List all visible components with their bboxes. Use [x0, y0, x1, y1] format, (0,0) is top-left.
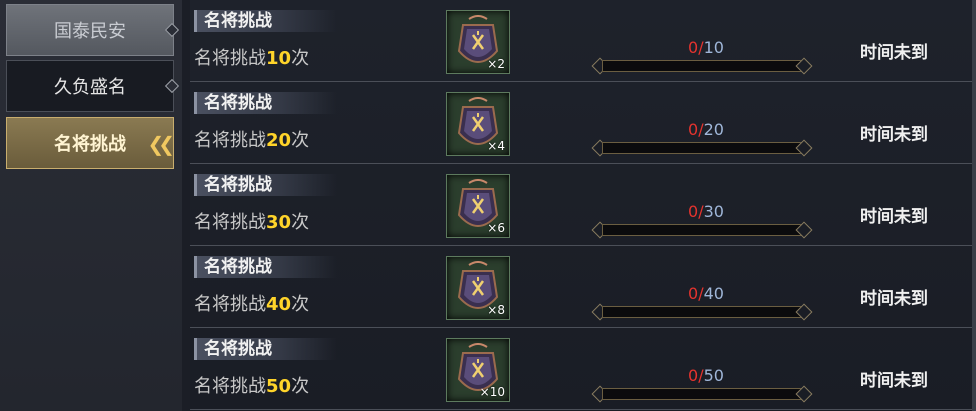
- desc-suffix: 次: [291, 294, 310, 315]
- progress-max: 20: [703, 120, 724, 139]
- desc-count: 20: [266, 130, 292, 151]
- progress-max: 10: [703, 38, 724, 57]
- tab-connector-icon: [164, 22, 180, 38]
- reward-slot[interactable]: ×8: [446, 256, 510, 320]
- task-row: 名将挑战 名将挑战30次 ×6 0/30 时间未到: [190, 164, 976, 246]
- progress-text: 0/30: [596, 202, 816, 221]
- task-row: 名将挑战 名将挑战50次 ×10 0/50 时间未到: [190, 328, 976, 410]
- task-row: 名将挑战 名将挑战10次 ×2 0/10 时间未到: [190, 0, 976, 82]
- progress-bar: [602, 224, 802, 236]
- reward-quantity: ×8: [487, 303, 505, 317]
- desc-count: 10: [266, 48, 292, 69]
- progress-current: 0: [688, 38, 699, 57]
- tab-connector-icon: [164, 78, 180, 94]
- reward-quantity: ×10: [479, 385, 505, 399]
- category-sidebar: 国泰民安 久负盛名 名将挑战 ❮❮: [0, 0, 182, 411]
- tab-label: 国泰民安: [54, 21, 126, 42]
- tab-mingjiang-tiaozhan[interactable]: 名将挑战 ❮❮: [6, 117, 175, 169]
- progress-text: 0/50: [596, 366, 816, 385]
- progress-bar: [602, 306, 802, 318]
- reward-slot[interactable]: ×6: [446, 174, 510, 238]
- scrollbar[interactable]: [972, 0, 976, 411]
- tab-guotai-minan[interactable]: 国泰民安: [6, 4, 180, 56]
- task-title: 名将挑战: [204, 257, 272, 277]
- tab-jiufu-shengming[interactable]: 久负盛名: [6, 60, 180, 112]
- task-description: 名将挑战10次: [194, 44, 309, 70]
- desc-suffix: 次: [291, 130, 310, 151]
- desc-count: 50: [266, 376, 292, 397]
- progress-max: 40: [703, 284, 724, 303]
- progress-bar: [602, 60, 802, 72]
- progress-text: 0/10: [596, 38, 816, 57]
- progress-current: 0: [688, 202, 699, 221]
- progress-bar: [602, 388, 802, 400]
- task-status: 时间未到: [860, 207, 928, 227]
- progress-current: 0: [688, 284, 699, 303]
- progress-text: 0/20: [596, 120, 816, 139]
- task-status: 时间未到: [860, 371, 928, 391]
- desc-suffix: 次: [291, 212, 310, 233]
- progress-max: 30: [703, 202, 724, 221]
- reward-slot[interactable]: ×4: [446, 92, 510, 156]
- desc-count: 40: [266, 294, 292, 315]
- desc-suffix: 次: [291, 48, 310, 69]
- tab-label: 名将挑战: [54, 134, 126, 155]
- tab-label: 久负盛名: [54, 77, 126, 98]
- task-row: 名将挑战 名将挑战40次 ×8 0/40 时间未到: [190, 246, 976, 328]
- task-status: 时间未到: [860, 125, 928, 145]
- progress-current: 0: [688, 120, 699, 139]
- double-chevron-left-icon: ❮❮: [147, 132, 174, 156]
- desc-prefix: 名将挑战: [194, 130, 266, 151]
- task-row: 名将挑战 名将挑战20次 ×4 0/20 时间未到: [190, 82, 976, 164]
- task-description: 名将挑战40次: [194, 290, 309, 316]
- desc-suffix: 次: [291, 376, 310, 397]
- task-status: 时间未到: [860, 43, 928, 63]
- task-description: 名将挑战50次: [194, 372, 309, 398]
- task-description: 名将挑战20次: [194, 126, 309, 152]
- progress-current: 0: [688, 366, 699, 385]
- reward-quantity: ×2: [487, 57, 505, 71]
- task-title: 名将挑战: [204, 175, 272, 195]
- row-divider: [190, 409, 976, 410]
- progress-max: 50: [703, 366, 724, 385]
- desc-count: 30: [266, 212, 292, 233]
- reward-quantity: ×4: [487, 139, 505, 153]
- reward-quantity: ×6: [487, 221, 505, 235]
- progress-text: 0/40: [596, 284, 816, 303]
- progress-bar: [602, 142, 802, 154]
- desc-prefix: 名将挑战: [194, 294, 266, 315]
- desc-prefix: 名将挑战: [194, 376, 266, 397]
- task-title: 名将挑战: [204, 11, 272, 31]
- task-description: 名将挑战30次: [194, 208, 309, 234]
- desc-prefix: 名将挑战: [194, 48, 266, 69]
- reward-slot[interactable]: ×10: [446, 338, 510, 402]
- desc-prefix: 名将挑战: [194, 212, 266, 233]
- task-title: 名将挑战: [204, 93, 272, 113]
- task-title: 名将挑战: [204, 339, 272, 359]
- task-list[interactable]: 名将挑战 名将挑战10次 ×2 0/10 时间未到 名将挑战 名将挑战20次 ×…: [190, 0, 976, 411]
- task-status: 时间未到: [860, 289, 928, 309]
- reward-slot[interactable]: ×2: [446, 10, 510, 74]
